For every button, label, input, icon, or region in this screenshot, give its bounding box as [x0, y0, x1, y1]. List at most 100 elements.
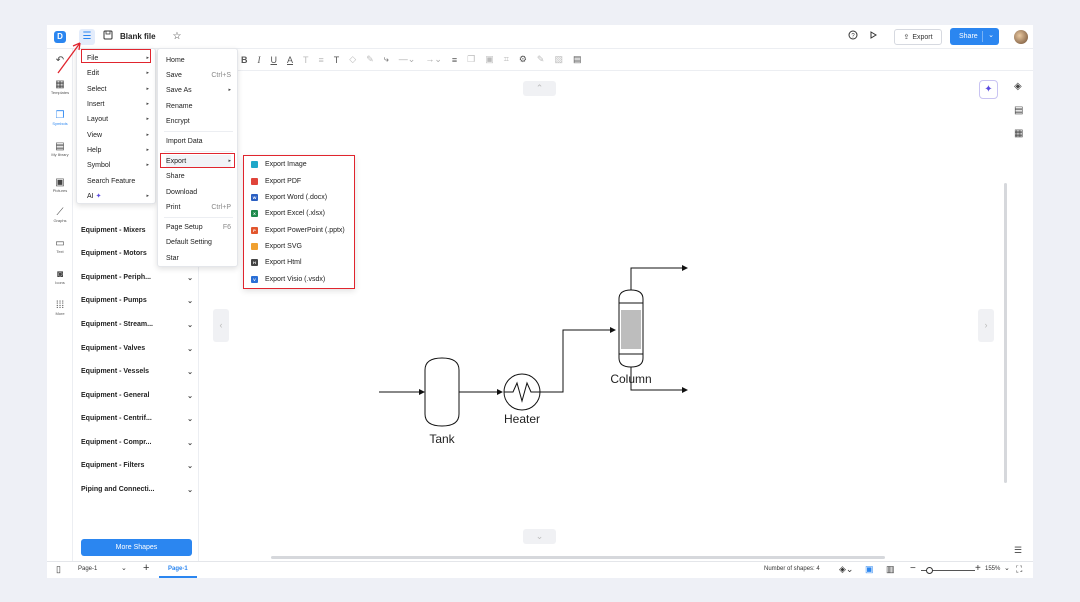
menu-item-edit[interactable]: Edit ▸ [87, 67, 149, 80]
edit-icon[interactable]: ✎ [537, 54, 545, 65]
file-item-import-data[interactable]: Import Data [166, 135, 231, 148]
rail-pictures[interactable]: ▣ Pictures [47, 177, 73, 193]
document-title[interactable]: Blank file [120, 32, 156, 41]
export-button[interactable]: ⇪ Export [894, 29, 942, 45]
export-item-html[interactable]: H Export Html [251, 256, 351, 269]
line-color-icon[interactable]: ✎ [366, 54, 374, 65]
library-category[interactable]: Equipment - Centrif... ⌄ [81, 415, 193, 423]
export-item-svg[interactable]: Export SVG [251, 240, 351, 253]
settings-icon[interactable]: ⚙ [519, 54, 527, 65]
crop-icon[interactable]: ⌗ [504, 54, 509, 65]
text-icon[interactable]: T [334, 55, 340, 65]
chevron-down-icon[interactable]: ⌄ [121, 564, 127, 572]
strikethrough-icon[interactable]: T [303, 55, 309, 65]
file-item-share[interactable]: Share [166, 170, 231, 183]
file-item-rename[interactable]: Rename [166, 100, 231, 113]
ai-assistant-icon[interactable]: ✦ [979, 80, 998, 99]
image-icon[interactable]: ▧ [554, 54, 563, 65]
heater-label[interactable]: Heater [504, 412, 540, 426]
menu-item-help[interactable]: Help ▸ [87, 144, 149, 157]
zoom-in-icon[interactable]: + [975, 563, 981, 574]
star-icon[interactable]: ☆ [170, 30, 184, 44]
align-icon[interactable]: ≡ [452, 55, 457, 65]
menu-item-search-feature[interactable]: Search Feature [87, 175, 149, 188]
page-panel-icon[interactable]: ▯ [56, 564, 61, 575]
file-item-default-setting[interactable]: Default Setting [166, 236, 231, 249]
chevron-down-icon[interactable]: ⌄ [1004, 564, 1010, 572]
horizontal-scrollbar[interactable] [271, 556, 885, 559]
library-category[interactable]: Equipment - Compr... ⌄ [81, 439, 193, 447]
tank-shape[interactable] [424, 357, 460, 427]
rail-templates[interactable]: ▦ Templates [47, 79, 73, 95]
menu-item-select[interactable]: Select ▸ [87, 83, 149, 96]
export-item-image[interactable]: Export Image [251, 158, 351, 171]
line-style-icon[interactable]: —⌄ [399, 54, 416, 65]
list-icon[interactable]: ☰ [1014, 545, 1022, 556]
file-item-encrypt[interactable]: Encrypt [166, 115, 231, 128]
export-item-excel[interactable]: X Export Excel (.xlsx) [251, 207, 351, 220]
menu-item-symbol[interactable]: Symbol ▸ [87, 159, 149, 172]
export-item-word[interactable]: W Export Word (.docx) [251, 191, 351, 204]
tank-label[interactable]: Tank [429, 432, 455, 446]
rail-my-library[interactable]: ▤ My library [47, 141, 73, 157]
library-category[interactable]: Equipment - Valves ⌄ [81, 345, 193, 353]
library-category[interactable]: Equipment - Stream... ⌄ [81, 321, 193, 329]
font-color-icon[interactable]: A [287, 55, 293, 65]
rail-graphs[interactable]: ⟋ Graphs [47, 207, 73, 223]
heater-column-pipe[interactable] [540, 327, 616, 393]
file-item-save-as[interactable]: Save As ▸ [166, 84, 231, 97]
chevron-down-icon[interactable]: ⌄ [988, 31, 994, 39]
table-icon[interactable]: ▤ [573, 54, 582, 65]
zoom-slider-handle[interactable] [926, 567, 933, 574]
file-item-home[interactable]: Home [166, 54, 231, 67]
rail-more[interactable]: ⁞⁞⁞ More [47, 300, 73, 316]
menu-item-insert[interactable]: Insert ▸ [87, 98, 149, 111]
arrange-icon[interactable]: ▣ [485, 54, 494, 65]
more-shapes-button[interactable]: More Shapes [81, 539, 192, 556]
rail-text[interactable]: ▭ Text [47, 238, 73, 254]
zoom-out-icon[interactable]: − [910, 563, 916, 574]
zoom-level[interactable]: 155% [985, 566, 1000, 572]
file-item-download[interactable]: Download [166, 186, 231, 199]
group-icon[interactable]: ❐ [467, 54, 475, 65]
fullscreen-icon[interactable]: ⛶ [1016, 564, 1022, 575]
file-item-save[interactable]: Save Ctrl+S [166, 69, 231, 82]
fill-icon[interactable]: ◇ [349, 54, 356, 65]
column-top-outlet[interactable] [630, 265, 688, 290]
user-avatar[interactable] [1014, 30, 1028, 44]
export-item-powerpoint[interactable]: P Export PowerPoint (.pptx) [251, 224, 351, 237]
help-icon[interactable]: ? [846, 30, 860, 44]
arrow-style-icon[interactable]: →⌄ [425, 54, 442, 65]
library-category[interactable]: Equipment - Pumps ⌄ [81, 297, 193, 305]
connector-icon[interactable]: ⤷ [384, 54, 389, 65]
page-select[interactable]: Page-1 [78, 566, 97, 572]
library-category[interactable]: Equipment - Filters ⌄ [81, 462, 193, 470]
play-icon[interactable] [866, 30, 880, 44]
save-icon[interactable] [101, 30, 115, 44]
library-category[interactable]: Equipment - Vessels ⌄ [81, 368, 193, 376]
page-tab[interactable]: Page-1 [159, 563, 197, 578]
underline-icon[interactable]: U [271, 55, 278, 65]
paint-bucket-icon[interactable]: ◈ [1014, 81, 1022, 92]
column-label[interactable]: Column [610, 372, 651, 386]
italic-icon[interactable]: I [258, 55, 261, 65]
rail-icons[interactable]: ◙ Icons [47, 269, 73, 285]
focus-icon[interactable]: ▣ [865, 564, 874, 575]
file-item-print[interactable]: Print Ctrl+P [166, 201, 231, 214]
menu-item-view[interactable]: View ▸ [87, 129, 149, 142]
layers-icon[interactable]: ◈⌄ [839, 564, 853, 575]
file-item-star[interactable]: Star [166, 252, 231, 265]
map-icon[interactable]: ▥ [886, 564, 895, 575]
rail-symbols[interactable]: ❐ Symbols [47, 110, 73, 126]
line-spacing-icon[interactable]: ≡ [319, 55, 324, 65]
file-item-page-setup[interactable]: Page Setup F6 [166, 221, 231, 234]
bold-icon[interactable]: B [241, 55, 248, 65]
library-category[interactable]: Equipment - General ⌄ [81, 392, 193, 400]
export-item-visio[interactable]: V Export Visio (.vsdx) [251, 273, 351, 286]
library-category[interactable]: Piping and Connecti... ⌄ [81, 486, 193, 494]
drawing-canvas[interactable]: ⌃ ⌄ ‹ › Tank Heater Column [213, 71, 1007, 561]
library-category[interactable]: Equipment - Periph... ⌄ [81, 274, 193, 282]
page-format-icon[interactable]: ▤ [1014, 105, 1023, 116]
menu-item-layout[interactable]: Layout ▸ [87, 113, 149, 126]
add-page-icon[interactable]: + [143, 562, 149, 574]
